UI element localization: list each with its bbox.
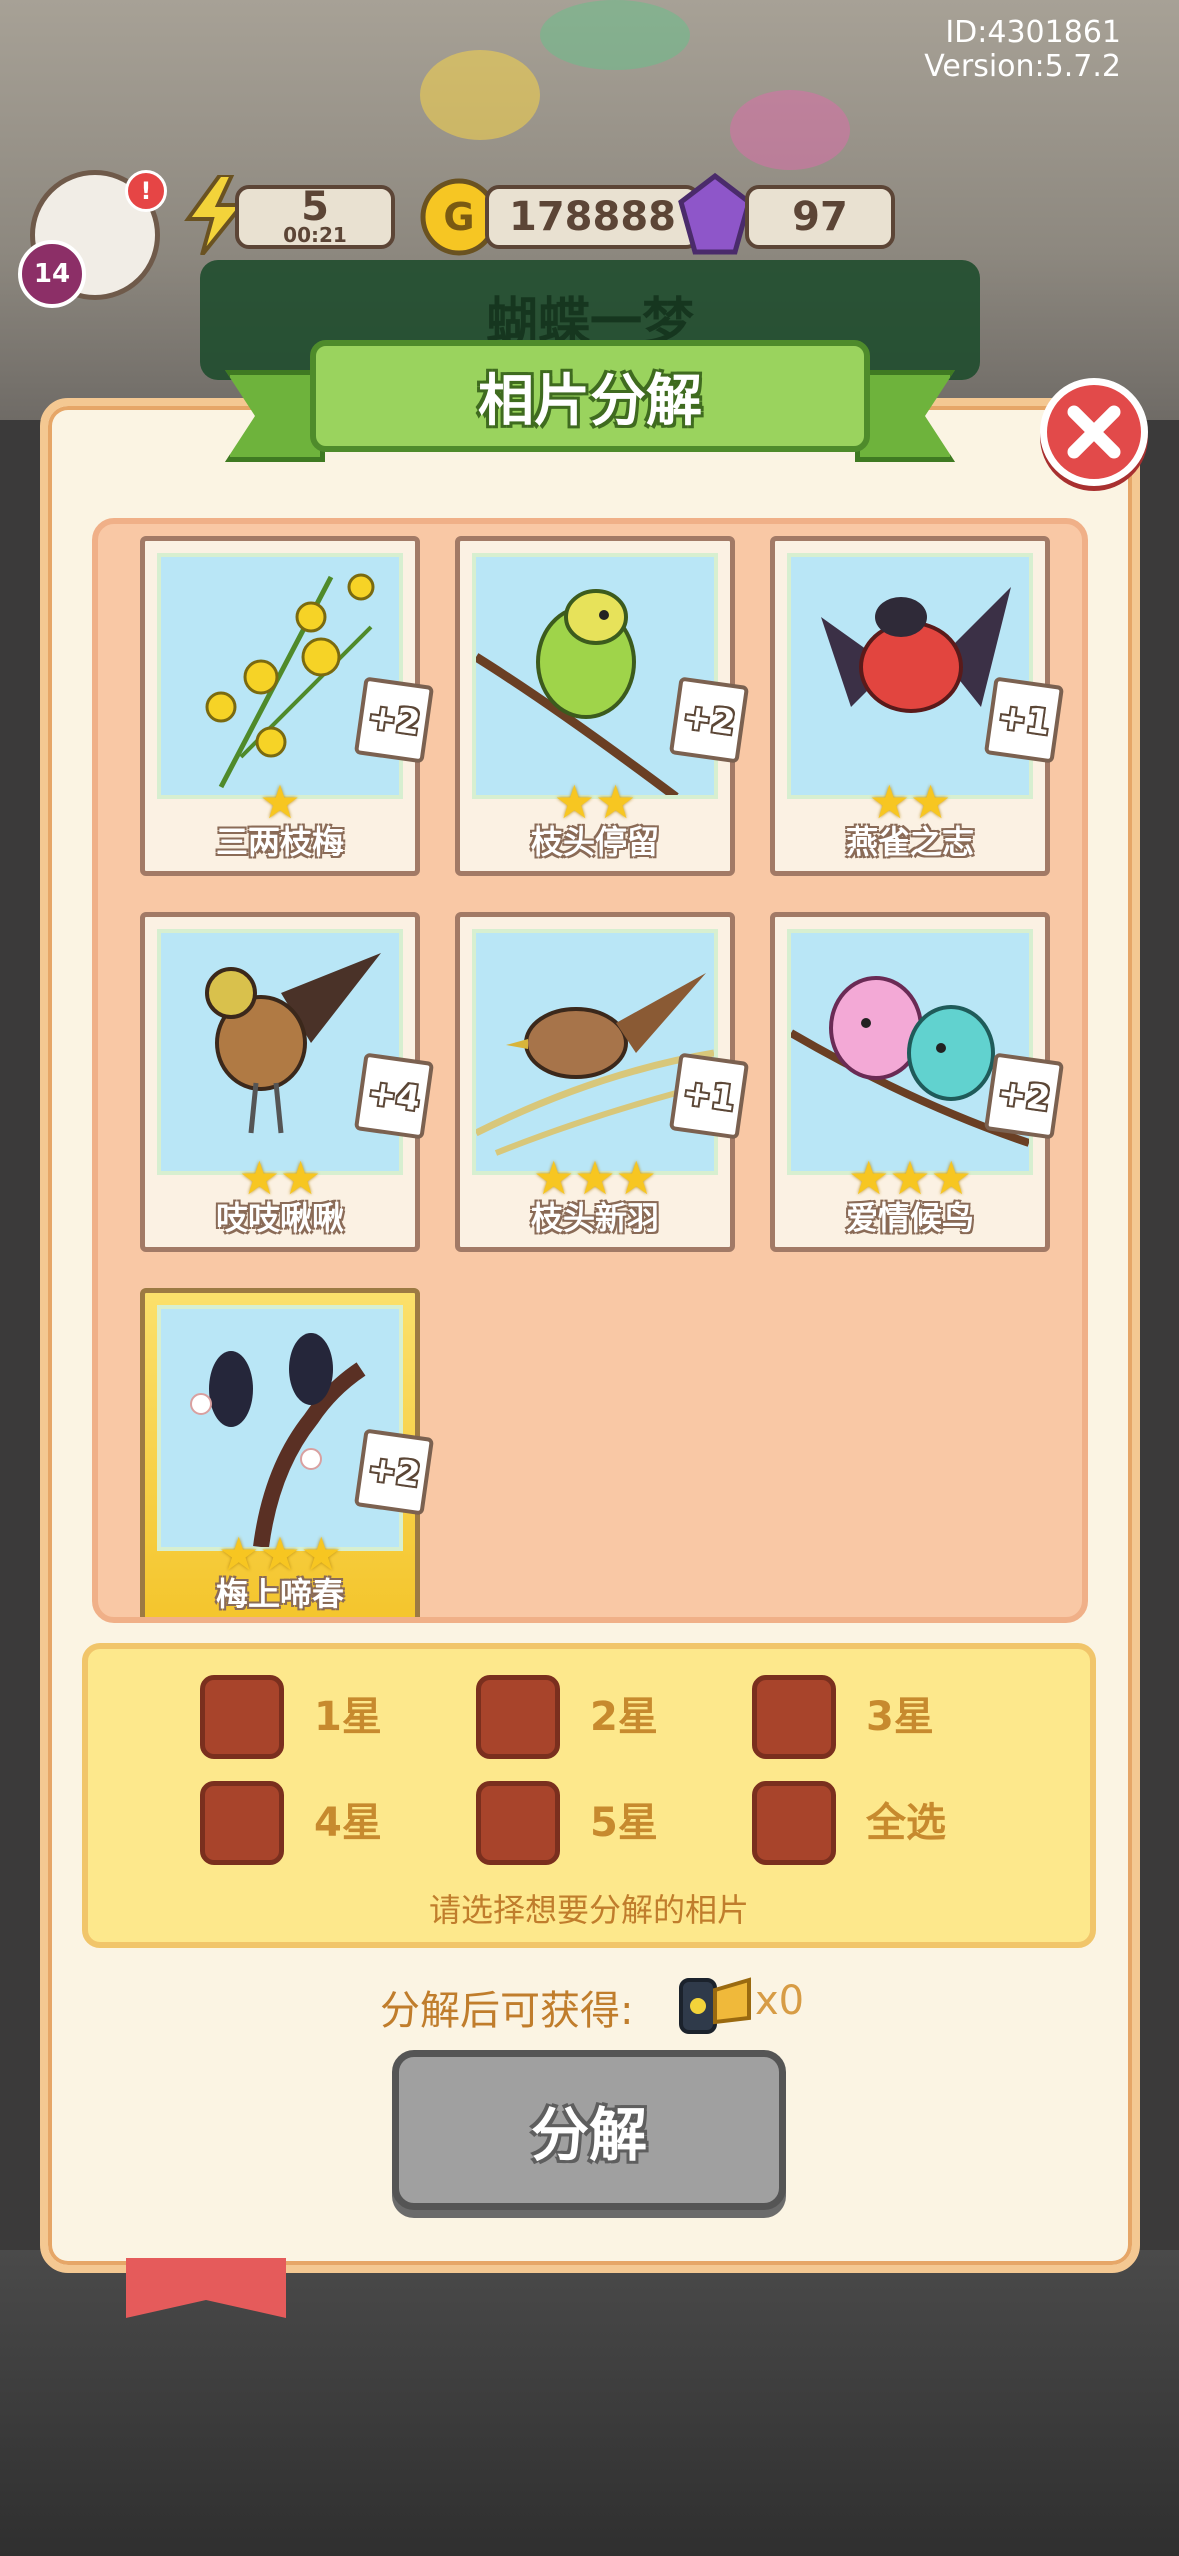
filter-label-1-star: 1星 xyxy=(314,1694,382,1740)
brown-bird-icon xyxy=(157,929,403,1175)
photo-count: +2 xyxy=(668,676,750,764)
reward-count: x0 xyxy=(755,1978,805,2024)
photo-count: +2 xyxy=(353,1428,435,1516)
gem-icon xyxy=(678,172,752,255)
user-id: ID:4301861 xyxy=(945,15,1121,50)
sparrow-on-branch-icon xyxy=(472,929,718,1175)
filter-label-3-star: 3星 xyxy=(866,1694,934,1740)
energy-value: 5 xyxy=(301,184,329,230)
photo-card[interactable]: ★★★ 爱情候鸟 +2 xyxy=(770,912,1065,1252)
level-badge: 14 xyxy=(18,240,86,308)
background-decoration xyxy=(540,0,690,70)
background-decoration xyxy=(420,50,540,140)
reward-label: 分解后可获得: xyxy=(380,1988,634,2034)
filter-label-2-star: 2星 xyxy=(590,1694,658,1740)
decompose-button[interactable]: 分解 xyxy=(392,2050,786,2210)
photo-count: +4 xyxy=(353,1052,435,1140)
checkbox-2-star[interactable] xyxy=(476,1675,560,1759)
photo-name: 梅上啼春 xyxy=(215,1575,344,1613)
film-roll-icon xyxy=(679,1977,751,2034)
photo-card[interactable]: ★ 三两枝梅 +2 xyxy=(140,536,435,876)
checkbox-1-star[interactable] xyxy=(200,1675,284,1759)
photo-card[interactable]: ★★★ 梅上啼春 +2 xyxy=(140,1288,435,1617)
close-icon xyxy=(1067,405,1121,459)
lovebirds-icon xyxy=(787,929,1033,1175)
background-decoration xyxy=(730,90,850,170)
svg-text:G: G xyxy=(443,195,474,239)
energy-timer: 00:21 xyxy=(283,223,347,247)
coin-counter[interactable]: 178888 xyxy=(485,185,700,249)
close-button[interactable] xyxy=(1040,378,1148,486)
energy-counter[interactable]: 5 00:21 xyxy=(235,185,395,249)
photo-count: +1 xyxy=(668,1052,750,1140)
checkbox-select-all[interactable] xyxy=(752,1781,836,1865)
gem-counter[interactable]: 97 xyxy=(745,185,895,249)
dialog-title-ribbon: 相片分解 xyxy=(225,340,955,470)
alert-icon: ! xyxy=(125,170,167,212)
jasmine-flower-icon xyxy=(157,553,403,799)
photo-name: 枝头新羽 xyxy=(530,1199,659,1237)
photo-count: +2 xyxy=(353,676,435,764)
photo-grid: ★ 三两枝梅 +2 ★★ 枝头停留 +2 ★★ 燕雀之志 +1 ★★ 吱吱啾啾 … xyxy=(92,518,1088,1623)
photo-name: 吱吱啾啾 xyxy=(215,1199,344,1237)
photo-count: +1 xyxy=(983,676,1065,764)
photo-card[interactable]: ★★ 吱吱啾啾 +4 xyxy=(140,912,435,1252)
photo-name: 燕雀之志 xyxy=(845,823,974,861)
photo-card[interactable]: ★★ 枝头停留 +2 xyxy=(455,536,750,876)
filter-label-5-star: 5星 xyxy=(590,1800,658,1846)
photo-name: 三两枝梅 xyxy=(215,823,344,861)
red-bullfinch-icon xyxy=(787,553,1033,799)
version-label: Version:5.7.2 xyxy=(924,49,1121,84)
photo-count: +2 xyxy=(983,1052,1065,1140)
checkbox-4-star[interactable] xyxy=(200,1781,284,1865)
photo-name: 枝头停留 xyxy=(530,823,659,861)
magpies-on-plum-icon xyxy=(157,1305,403,1551)
filter-label-select-all: 全选 xyxy=(866,1800,946,1846)
photo-name: 爱情候鸟 xyxy=(845,1199,974,1237)
photo-card[interactable]: ★★★ 枝头新羽 +1 xyxy=(455,912,750,1252)
checkbox-3-star[interactable] xyxy=(752,1675,836,1759)
filter-hint: 请选择想要分解的相片 xyxy=(428,1891,749,1929)
reward-row: 分解后可获得: x0 xyxy=(0,1970,1179,2040)
checkbox-5-star[interactable] xyxy=(476,1781,560,1865)
dialog-title: 相片分解 xyxy=(310,340,870,452)
photo-card[interactable]: ★★ 燕雀之志 +1 xyxy=(770,536,1065,876)
green-parakeet-icon xyxy=(472,553,718,799)
star-filter-panel: 1星 2星 3星 4星 5星 全选 请选择想要分解的相片 xyxy=(82,1643,1096,1948)
filter-label-4-star: 4星 xyxy=(314,1800,382,1846)
